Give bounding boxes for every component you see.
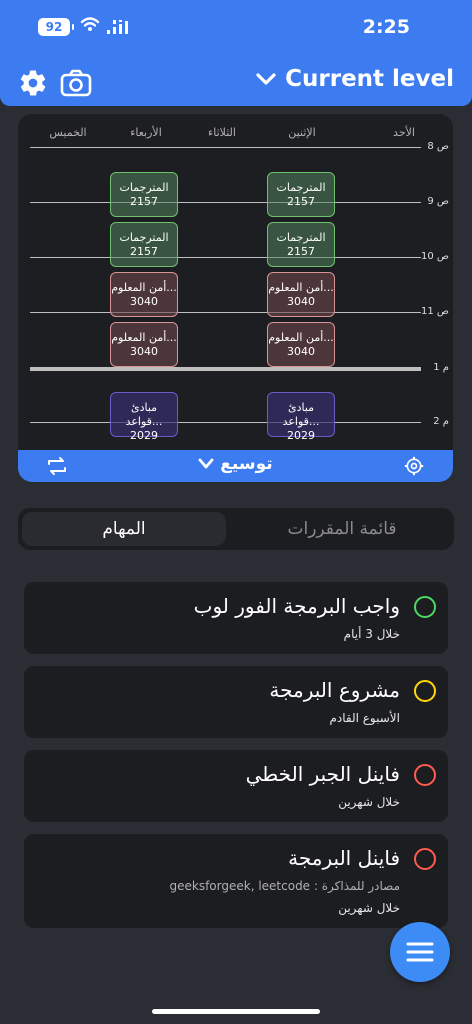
class-block[interactable]: أمن المعلوم... 3040 (110, 272, 178, 317)
task-note: مصادر للمذاكرة : geeksforgeek, leetcode (169, 879, 400, 893)
task-title: فاينل الجبر الخطي (245, 762, 400, 786)
class-number: 2157 (287, 195, 315, 208)
class-number: 2157 (287, 245, 315, 258)
task-card[interactable]: واجب البرمجة الفور لوب خلال 3 أيام (24, 582, 448, 654)
time-label: 8 ص (427, 141, 449, 152)
class-number: 3040 (287, 295, 315, 308)
hour-line (30, 147, 421, 148)
status-circle-icon[interactable] (414, 680, 436, 702)
time-label: 11 ص (421, 306, 449, 317)
segmented-control: المهام قائمة المقررات (18, 508, 454, 550)
menu-button[interactable] (390, 922, 450, 982)
day-monday: الإثنين (288, 126, 316, 139)
current-level-selector[interactable]: Current level (255, 66, 454, 92)
class-name: المترجمات (119, 231, 169, 244)
class-number: 3040 (287, 345, 315, 358)
class-name: أمن المعلوم... (268, 331, 334, 344)
hour-line (30, 202, 421, 203)
class-block[interactable]: أمن المعلوم... 3040 (110, 322, 178, 367)
current-level-title: Current level (285, 66, 454, 92)
task-title: فاينل البرمجة (288, 846, 400, 870)
class-name: المترجمات (119, 181, 169, 194)
signal-icon (107, 20, 128, 34)
class-number: 2029 (130, 429, 158, 442)
time-label: 1 م (433, 362, 449, 373)
time-label: 2 م (433, 416, 449, 427)
class-name: المترجمات (276, 181, 326, 194)
expand-label: توسيع (220, 454, 273, 474)
hour-line (30, 312, 421, 313)
timetable[interactable]: الأحد الإثنين الثلاثاء الأربعاء الخميس 8… (18, 114, 453, 482)
wifi-icon (80, 17, 100, 31)
class-block[interactable]: أمن المعلوم... 3040 (267, 322, 335, 367)
class-block[interactable]: المترجمات 2157 (110, 172, 178, 217)
day-tuesday: الثلاثاء (208, 126, 236, 139)
class-block[interactable]: أمن المعلوم... 3040 (267, 272, 335, 317)
task-card[interactable]: فاينل الجبر الخطي خلال شهرين (24, 750, 448, 822)
hamburger-menu-icon (406, 942, 434, 962)
task-due: الأسبوع القادم (329, 711, 400, 725)
task-card[interactable]: مشروع البرمجة الأسبوع القادم (24, 666, 448, 738)
class-name: مبادئ قواعد... (125, 401, 163, 428)
status-circle-icon[interactable] (414, 848, 436, 870)
hour-line (30, 257, 421, 258)
status-circle-icon[interactable] (414, 596, 436, 618)
time-label: 10 ص (421, 251, 449, 262)
class-number: 3040 (130, 345, 158, 358)
class-block[interactable]: المترجمات 2157 (110, 222, 178, 267)
expand-button[interactable]: توسيع (18, 454, 453, 474)
task-due: خلال شهرين (338, 795, 400, 809)
class-number: 2157 (130, 195, 158, 208)
task-title: واجب البرمجة الفور لوب (193, 594, 400, 618)
class-number: 2029 (287, 429, 315, 442)
hour-line (30, 422, 421, 423)
camera-icon[interactable] (60, 68, 92, 98)
day-wednesday: الأربعاء (130, 126, 162, 139)
day-thursday: الخميس (49, 126, 87, 139)
time-label: 9 ص (427, 196, 449, 207)
class-name: أمن المعلوم... (111, 331, 177, 344)
app-header: 92 2:25 Current level (0, 0, 472, 106)
gear-icon[interactable] (18, 68, 48, 98)
class-number: 3040 (130, 295, 158, 308)
class-number: 2157 (130, 245, 158, 258)
settings-icon[interactable] (404, 456, 424, 476)
tab-tasks[interactable]: المهام (22, 512, 226, 546)
class-block[interactable]: مبادئ قواعد... 2029 (110, 392, 178, 442)
current-time-line (30, 367, 421, 371)
chevron-down-icon (256, 73, 276, 85)
class-name: مبادئ قواعد... (282, 401, 320, 428)
class-block[interactable]: المترجمات 2157 (267, 172, 335, 217)
status-time: 2:25 (362, 16, 410, 38)
class-block[interactable]: المترجمات 2157 (267, 222, 335, 267)
class-name: المترجمات (276, 231, 326, 244)
chevron-down-icon (198, 458, 214, 469)
status-circle-icon[interactable] (414, 764, 436, 786)
tab-courses[interactable]: قائمة المقررات (230, 508, 454, 550)
home-indicator[interactable] (152, 1009, 320, 1014)
task-due: خلال 3 أيام (343, 627, 400, 641)
day-sunday: الأحد (393, 126, 415, 139)
battery-indicator: 92 (38, 18, 74, 36)
task-card[interactable]: فاينل البرمجة مصادر للمذاكرة : geeksforg… (24, 834, 448, 928)
task-due: خلال شهرين (338, 901, 400, 915)
task-title: مشروع البرمجة (269, 678, 400, 702)
timetable-footer: توسيع (18, 450, 453, 482)
class-block[interactable]: مبادئ قواعد... 2029 (267, 392, 335, 442)
class-name: أمن المعلوم... (111, 281, 177, 294)
class-name: أمن المعلوم... (268, 281, 334, 294)
